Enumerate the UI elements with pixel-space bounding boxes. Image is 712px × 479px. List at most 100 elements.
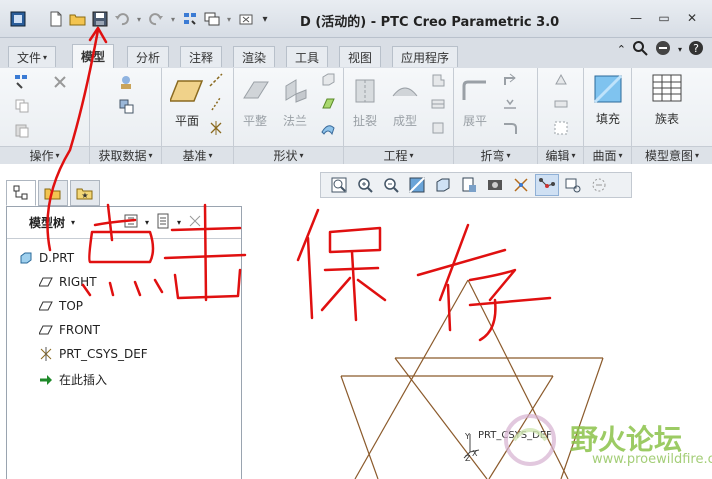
tree-item-part[interactable]: D.PRT [19, 251, 74, 265]
tree-item-front[interactable]: FRONT [39, 323, 100, 337]
tab-render[interactable]: 渲染 [233, 46, 276, 67]
flat-button[interactable]: 平整 [240, 76, 270, 129]
punch-icon[interactable] [430, 120, 446, 136]
copy-icon[interactable] [14, 98, 30, 114]
flange-button[interactable]: 法兰 [280, 76, 310, 129]
tab-folder-browser[interactable] [38, 180, 68, 206]
app-menu-icon[interactable] [8, 9, 28, 29]
tab-model[interactable]: 模型 [72, 44, 115, 68]
rip-button[interactable]: 扯裂 [350, 76, 380, 129]
repaint-icon[interactable] [405, 174, 429, 196]
mirror-icon[interactable] [553, 72, 569, 88]
group-engineering-label[interactable]: 工程 ▾ [344, 146, 453, 164]
tree-columns-icon[interactable] [155, 213, 171, 232]
axis-z-label: Z [465, 454, 471, 462]
search-icon[interactable] [632, 40, 648, 59]
collapse-ribbon-icon[interactable]: ⌃ [617, 43, 626, 56]
perspective-view-icon[interactable] [509, 174, 533, 196]
close-window-icon[interactable] [236, 9, 256, 29]
undo-icon[interactable] [112, 9, 132, 29]
tree-item-csys[interactable]: PRT_CSYS_DEF [39, 347, 148, 361]
maximize-button[interactable]: ▭ [650, 8, 678, 28]
zoom-in-icon[interactable] [353, 174, 377, 196]
unbend-button[interactable]: 展平 [460, 76, 490, 129]
merge-icon[interactable] [553, 120, 569, 136]
redo-dropdown-icon[interactable]: ▾ [168, 9, 178, 29]
minimize-button[interactable]: — [622, 8, 650, 28]
blend-icon[interactable] [320, 96, 336, 112]
annotation-display-icon[interactable] [587, 174, 611, 196]
datum-axis-icon[interactable] [208, 72, 224, 88]
csys-icon[interactable] [208, 120, 224, 136]
regenerate-icon[interactable] [180, 9, 200, 29]
tab-model-tree[interactable] [6, 180, 36, 206]
tree-filter-icon[interactable] [187, 213, 203, 232]
tree-item-right[interactable]: RIGHT [39, 275, 97, 289]
tab-analysis[interactable]: 分析 [127, 46, 170, 67]
corner-relief-icon[interactable] [430, 72, 446, 88]
refit-icon[interactable] [327, 174, 351, 196]
tree-item-top[interactable]: TOP [39, 299, 83, 313]
group-shapes-label[interactable]: 形状 ▾ [234, 146, 343, 164]
notch-icon[interactable] [430, 96, 446, 112]
spin-center-icon[interactable] [561, 174, 585, 196]
help-icon[interactable]: ? [688, 40, 704, 59]
windows-icon[interactable] [202, 9, 222, 29]
tab-annotate[interactable]: 注释 [180, 46, 223, 67]
group-model-intent-label[interactable]: 模型意图 ▾ [632, 146, 712, 164]
bend-back-icon[interactable] [502, 72, 518, 88]
form-button[interactable]: 成型 [390, 76, 420, 129]
model-tree-title-dropdown-icon[interactable]: ▾ [71, 218, 75, 227]
saved-orientations-icon[interactable] [457, 174, 481, 196]
tree-item-insert-here[interactable]: 在此插入 [39, 371, 107, 388]
fill-button[interactable]: 填充 [593, 74, 623, 127]
datum-display-filters-icon[interactable] [535, 174, 559, 196]
user-defined-feature-icon[interactable] [118, 74, 134, 90]
datum-point-icon[interactable] [208, 96, 224, 112]
regenerate-icon[interactable] [14, 74, 30, 90]
svg-text:?: ? [693, 42, 699, 55]
group-bend-label[interactable]: 折弯 ▾ [454, 146, 537, 164]
group-operations-label[interactable]: 操作 ▾ [0, 146, 89, 164]
copy-geometry-icon[interactable] [118, 98, 134, 114]
tab-annotate-label: 注释 [189, 50, 214, 65]
tab-file[interactable]: 文件 ▾ [8, 46, 57, 67]
tree-columns-dropdown-icon[interactable]: ▾ [177, 218, 181, 227]
view-manager-icon[interactable] [483, 174, 507, 196]
family-table-button[interactable]: 族表 [652, 74, 682, 127]
tree-settings-dropdown-icon[interactable]: ▾ [145, 218, 149, 227]
new-file-icon[interactable] [46, 9, 66, 29]
model-tree-icon [13, 185, 28, 200]
qa-customize-icon[interactable]: ▾ [258, 9, 272, 29]
zoom-out-icon[interactable] [379, 174, 403, 196]
undo-dropdown-icon[interactable]: ▾ [134, 9, 144, 29]
bend-icon[interactable] [502, 120, 518, 136]
windows-dropdown-icon[interactable]: ▾ [224, 9, 234, 29]
community-dropdown-icon[interactable]: ▾ [678, 45, 682, 54]
save-icon[interactable] [90, 9, 110, 29]
redo-icon[interactable] [146, 9, 166, 29]
model-tree-title: 模型树 [29, 216, 66, 230]
tab-view[interactable]: 视图 [339, 46, 382, 67]
community-icon[interactable] [654, 40, 672, 59]
group-edit-label[interactable]: 编辑 ▾ [538, 146, 583, 164]
close-button[interactable]: ✕ [678, 8, 706, 28]
flatten-icon[interactable] [502, 96, 518, 112]
thicken-icon[interactable] [553, 96, 569, 112]
tree-settings-icon[interactable] [123, 213, 139, 232]
group-datum-label[interactable]: 基准 ▾ [162, 146, 233, 164]
open-folder-icon[interactable] [68, 9, 88, 29]
group-surface-label[interactable]: 曲面 ▾ [584, 146, 631, 164]
tab-tools[interactable]: 工具 [286, 46, 329, 67]
tab-favorites[interactable]: ★ [70, 180, 100, 206]
plane-button[interactable]: 平面 [170, 76, 204, 129]
delete-icon[interactable] [52, 74, 68, 90]
tab-applications[interactable]: 应用程序 [392, 46, 459, 67]
extrude-icon[interactable] [320, 72, 336, 88]
display-style-icon[interactable] [431, 174, 455, 196]
boundary-blend-icon[interactable] [320, 120, 336, 136]
paste-icon[interactable] [14, 122, 30, 138]
group-get-data-label[interactable]: 获取数据 ▾ [90, 146, 161, 164]
axis-x-label: X [472, 449, 478, 458]
tab-applications-label: 应用程序 [401, 50, 450, 65]
